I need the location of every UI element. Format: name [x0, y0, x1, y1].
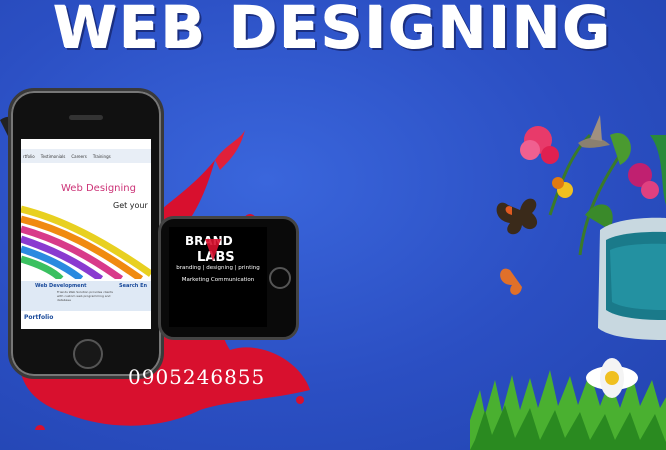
screen-title: Web Designing — [61, 183, 136, 194]
phone-nav: rtfolio Testimonials Careers Trainings — [21, 149, 151, 163]
nav-item: Trainings — [92, 153, 111, 159]
brand-line-2: Marketing Communication — [181, 277, 255, 283]
smartphone-landscape: BRAND LABS branding | designing | printi… — [158, 216, 299, 340]
grass-icon — [470, 358, 666, 450]
web-development-box: Web Development Search En Friends Web So… — [21, 281, 151, 311]
phone-speaker — [69, 115, 103, 120]
brand-text: branding | designing | printing Marketin… — [169, 227, 267, 327]
nav-item: Testimonials — [40, 153, 66, 159]
home-button — [269, 267, 291, 289]
phone-screen: rtfolio Testimonials Careers Trainings W… — [21, 139, 151, 329]
nav-item: Careers — [71, 153, 87, 159]
screen-subtitle: Get your — [113, 201, 148, 210]
nav-item: rtfolio — [23, 153, 35, 159]
section-right-title: Search En — [119, 283, 148, 289]
rainbow-stripes-icon — [21, 205, 151, 279]
home-button — [73, 339, 103, 369]
phone-number: 0905246855 — [128, 365, 266, 389]
brand-line-1: branding | designing | printing — [176, 265, 260, 271]
section-text: Friends Web Solution provides clients wi… — [57, 290, 113, 302]
portfolio-heading: Portfolio — [24, 314, 54, 321]
section-left-title: Web Development — [35, 283, 87, 289]
headline: WEB DESIGNING — [53, 0, 613, 62]
brand-screen: BRAND LABS branding | designing | printi… — [169, 227, 267, 327]
monitor-icon — [598, 217, 666, 340]
smartphone: rtfolio Testimonials Careers Trainings W… — [8, 88, 164, 379]
